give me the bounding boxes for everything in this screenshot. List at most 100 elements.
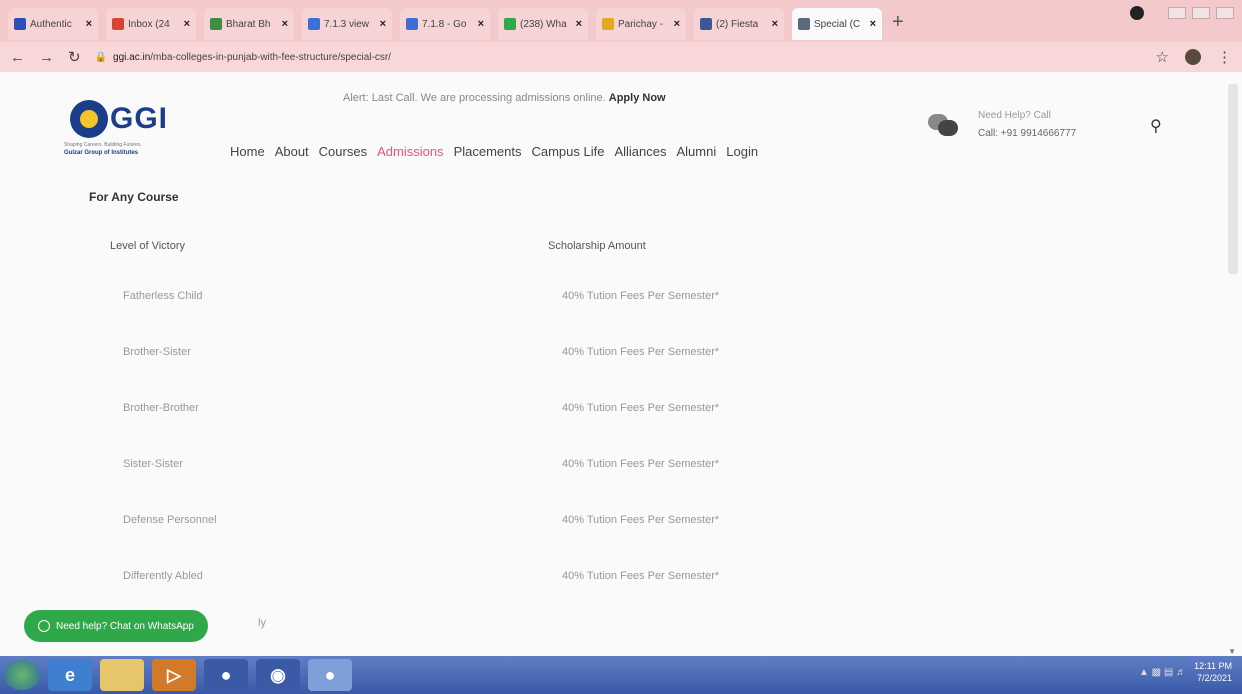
media-player-icon[interactable]: ▷ — [152, 659, 196, 691]
new-tab-button[interactable]: + — [892, 8, 904, 36]
recording-icon — [1130, 6, 1144, 20]
whatsapp-chat-button[interactable]: Need help? Chat on WhatsApp — [24, 610, 208, 642]
nav-item-about[interactable]: About — [275, 144, 309, 159]
address-bar-row: ← → ↻ 🔒 ggi.ac.in/mba-colleges-in-punjab… — [0, 42, 1242, 72]
browser-tab[interactable]: Parichay - × — [596, 8, 686, 40]
tab-title: Bharat Bh — [226, 18, 271, 30]
table-row: Fatherless Child 40% Tution Fees Per Seme… — [0, 290, 1200, 310]
row-category: Brother-Brother — [123, 402, 199, 414]
maximize-button[interactable] — [1192, 7, 1210, 19]
chrome-active-icon[interactable]: ● — [308, 659, 352, 691]
windows-taskbar: e ▷ ● ◉ ● ▲ ▩ ▤ ♬ 12:11 PM 7/2/2021 — [0, 656, 1242, 694]
tab-title: 7.1.8 - Go — [422, 18, 467, 30]
url-domain: ggi.ac.in — [113, 51, 151, 63]
nav-item-alumni[interactable]: Alumni — [677, 144, 717, 159]
row-category: Brother-Sister — [123, 346, 191, 358]
help-label: Need Help? Call — [978, 110, 1051, 121]
tab-title: 7.1.3 view — [324, 18, 370, 30]
browser-tab[interactable]: (2) Fiesta × — [694, 8, 784, 40]
chrome-icon[interactable]: ● — [204, 659, 248, 691]
nav-item-campus-life[interactable]: Campus Life — [531, 144, 604, 159]
nav-item-alliances[interactable]: Alliances — [614, 144, 666, 159]
nav-item-courses[interactable]: Courses — [319, 144, 367, 159]
tab-title: Special (C — [814, 18, 861, 30]
help-phone[interactable]: Call: +91 9914666777 — [978, 128, 1076, 139]
whatsapp-label: Need help? Chat on WhatsApp — [56, 620, 194, 632]
tab-close-icon[interactable]: × — [380, 18, 386, 30]
profile-avatar[interactable] — [1185, 49, 1201, 65]
browser-tab[interactable]: (238) Wha × — [498, 8, 588, 40]
firefox-icon[interactable]: ◉ — [256, 659, 300, 691]
back-icon[interactable]: ← — [10, 49, 25, 66]
row-amount: 40% Tution Fees Per Semester* — [562, 402, 720, 414]
help-contact: Need Help? Call Call: +91 9914666777 — [928, 108, 1128, 148]
clock-time: 12:11 PM — [1194, 661, 1232, 671]
tab-favicon-icon — [210, 18, 222, 30]
logo-word: GGI — [110, 102, 169, 135]
tab-title: Authentic — [30, 18, 72, 30]
search-icon[interactable]: ⚲ — [1150, 116, 1162, 136]
tab-close-icon[interactable]: × — [772, 18, 778, 30]
close-window-button[interactable] — [1216, 7, 1234, 19]
nav-item-admissions[interactable]: Admissions — [377, 144, 443, 159]
tab-close-icon[interactable]: × — [576, 18, 582, 30]
nav-item-placements[interactable]: Placements — [454, 144, 522, 159]
tab-favicon-icon — [798, 18, 810, 30]
reload-icon[interactable]: ↻ — [68, 48, 81, 66]
table-row: Brother-Brother 40% Tution Fees Per Semes… — [0, 402, 1200, 422]
apply-now-link[interactable]: Apply Now — [609, 92, 666, 104]
minimize-button[interactable] — [1168, 7, 1186, 19]
table-row: Brother-Sister 40% Tution Fees Per Semest… — [0, 346, 1200, 366]
tab-favicon-icon — [308, 18, 320, 30]
forward-icon[interactable]: → — [39, 49, 54, 66]
chat-bubble-icon — [928, 114, 958, 136]
browser-tab[interactable]: Authentic × — [8, 8, 98, 40]
browser-tab[interactable]: 7.1.3 view × — [302, 8, 392, 40]
browser-tab[interactable]: Bharat Bh × — [204, 8, 294, 40]
tray-icons[interactable]: ▲ ▩ ▤ ♬ — [1139, 667, 1186, 678]
start-button[interactable] — [4, 660, 40, 690]
internet-explorer-icon[interactable]: e — [48, 659, 92, 691]
tab-favicon-icon — [14, 18, 26, 30]
tab-favicon-icon — [700, 18, 712, 30]
row-category: Defense Personnel — [123, 514, 217, 526]
tab-close-icon[interactable]: × — [674, 18, 680, 30]
partial-row-text: ly — [258, 617, 266, 629]
browser-tab[interactable]: 7.1.8 - Go × — [400, 8, 490, 40]
browser-tab[interactable]: Inbox (24 × — [106, 8, 196, 40]
url-field[interactable]: 🔒 ggi.ac.in/mba-colleges-in-punjab-with-… — [95, 46, 1142, 68]
tab-title: Parichay - — [618, 18, 664, 30]
system-tray: ▲ ▩ ▤ ♬ 12:11 PM 7/2/2021 — [1139, 660, 1232, 684]
row-category: Differently Abled — [123, 570, 203, 582]
tab-favicon-icon — [504, 18, 516, 30]
tab-close-icon[interactable]: × — [282, 18, 288, 30]
nav-item-home[interactable]: Home — [230, 144, 265, 159]
web-page: GGI Shaping Careers. Building Futures. G… — [0, 72, 1242, 656]
row-amount: 40% Tution Fees Per Semester* — [562, 570, 720, 582]
tab-close-icon[interactable]: × — [86, 18, 92, 30]
ggi-logo[interactable]: GGI Shaping Careers. Building Futures. G… — [64, 96, 174, 162]
bookmark-star-icon[interactable]: ☆ — [1156, 48, 1169, 66]
scrollbar-thumb[interactable] — [1228, 84, 1238, 274]
nav-item-login[interactable]: Login — [726, 144, 758, 159]
clock[interactable]: 12:11 PM 7/2/2021 — [1194, 660, 1232, 684]
whatsapp-icon — [38, 620, 50, 632]
lock-icon: 🔒 — [94, 51, 108, 63]
menu-kebab-icon[interactable]: ⋮ — [1217, 48, 1232, 66]
clock-date: 7/2/2021 — [1196, 673, 1232, 683]
file-explorer-icon[interactable] — [100, 659, 144, 691]
alert-text: Alert: Last Call. We are processing admi… — [343, 92, 606, 104]
row-category: Fatherless Child — [123, 290, 203, 302]
scroll-down-arrow-icon[interactable]: ▼ — [1228, 647, 1236, 656]
tab-close-icon[interactable]: × — [478, 18, 484, 30]
column-header-level: Level of Victory — [110, 240, 186, 252]
tab-close-icon[interactable]: × — [870, 18, 876, 30]
browser-tab-strip: Authentic × Inbox (24 × Bharat Bh × 7.1.3 view… — [0, 0, 1242, 42]
section-title: For Any Course — [89, 190, 179, 204]
tab-title: (2) Fiesta — [716, 18, 759, 30]
logo-tagline: Shaping Careers. Building Futures. — [64, 142, 142, 148]
browser-tab[interactable]: Special (C × — [792, 8, 882, 40]
tab-title: Inbox (24 — [128, 18, 170, 30]
window-controls — [1130, 6, 1234, 20]
tab-close-icon[interactable]: × — [184, 18, 190, 30]
